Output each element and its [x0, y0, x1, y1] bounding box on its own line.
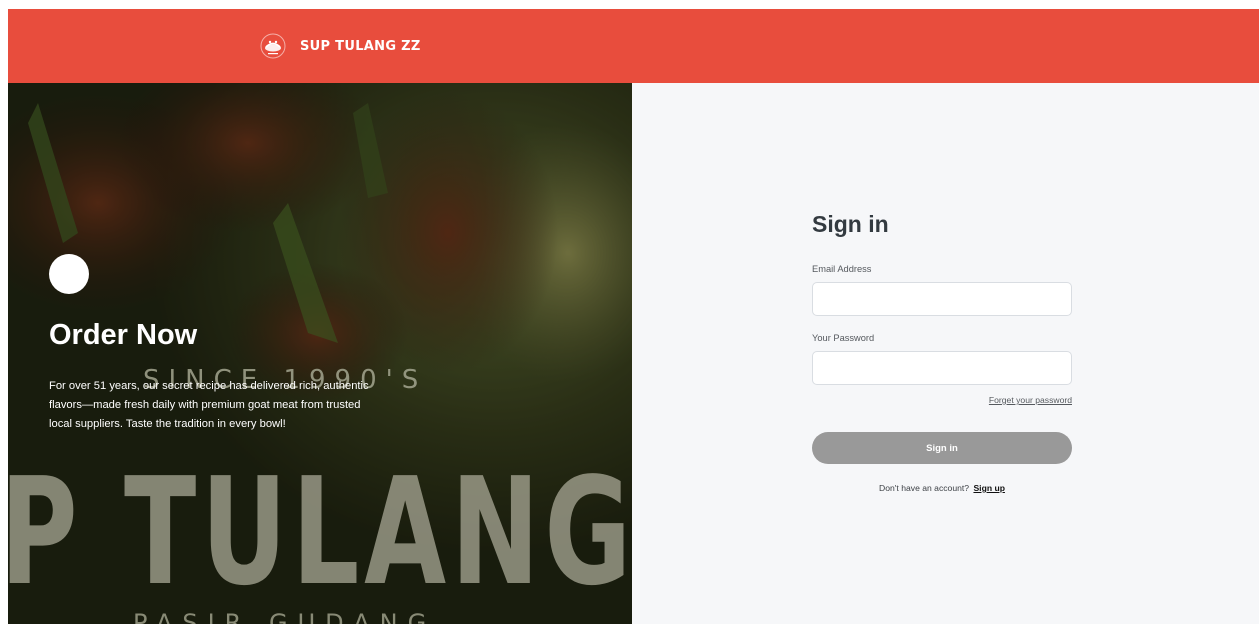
- app-frame: SUP TULANG ZZ SINCE 1990'S P TULANG PASI…: [8, 9, 1259, 624]
- hero-description: For over 51 years, our secret recipe has…: [49, 380, 369, 430]
- signin-panel: Sign in Email Address Your Password Forg…: [632, 83, 1259, 624]
- brand-home-link[interactable]: SUP TULANG ZZ: [260, 33, 421, 59]
- hero-circle-icon: [49, 254, 89, 294]
- hero-food-image: SINCE 1990'S P TULANG PASIR GUDANG: [8, 83, 632, 624]
- signup-prompt: Don't have an account? Sign up: [812, 483, 1072, 493]
- signin-form: Sign in Email Address Your Password Forg…: [812, 211, 1072, 493]
- brand-name: SUP TULANG ZZ: [300, 38, 421, 54]
- bg-main-text: P TULANG: [8, 446, 632, 618]
- hero-banner: SINCE 1990'S P TULANG PASIR GUDANG Order…: [8, 83, 632, 624]
- email-field[interactable]: [812, 282, 1072, 316]
- signin-heading: Sign in: [812, 211, 889, 237]
- bg-bottom-text: PASIR GUDANG: [133, 609, 436, 624]
- signin-button[interactable]: Sign in: [812, 432, 1072, 464]
- hero-title: Order Now: [49, 319, 198, 351]
- password-label: Your Password: [812, 333, 875, 343]
- email-label: Email Address: [812, 264, 872, 274]
- top-navbar: SUP TULANG ZZ: [8, 9, 1259, 83]
- no-account-text: Don't have an account?: [879, 483, 970, 493]
- forgot-password-link[interactable]: Forget your password: [812, 395, 1072, 405]
- signup-link[interactable]: Sign up: [973, 483, 1005, 493]
- sup-tulang-logo-icon: [260, 33, 286, 59]
- password-field[interactable]: [812, 351, 1072, 385]
